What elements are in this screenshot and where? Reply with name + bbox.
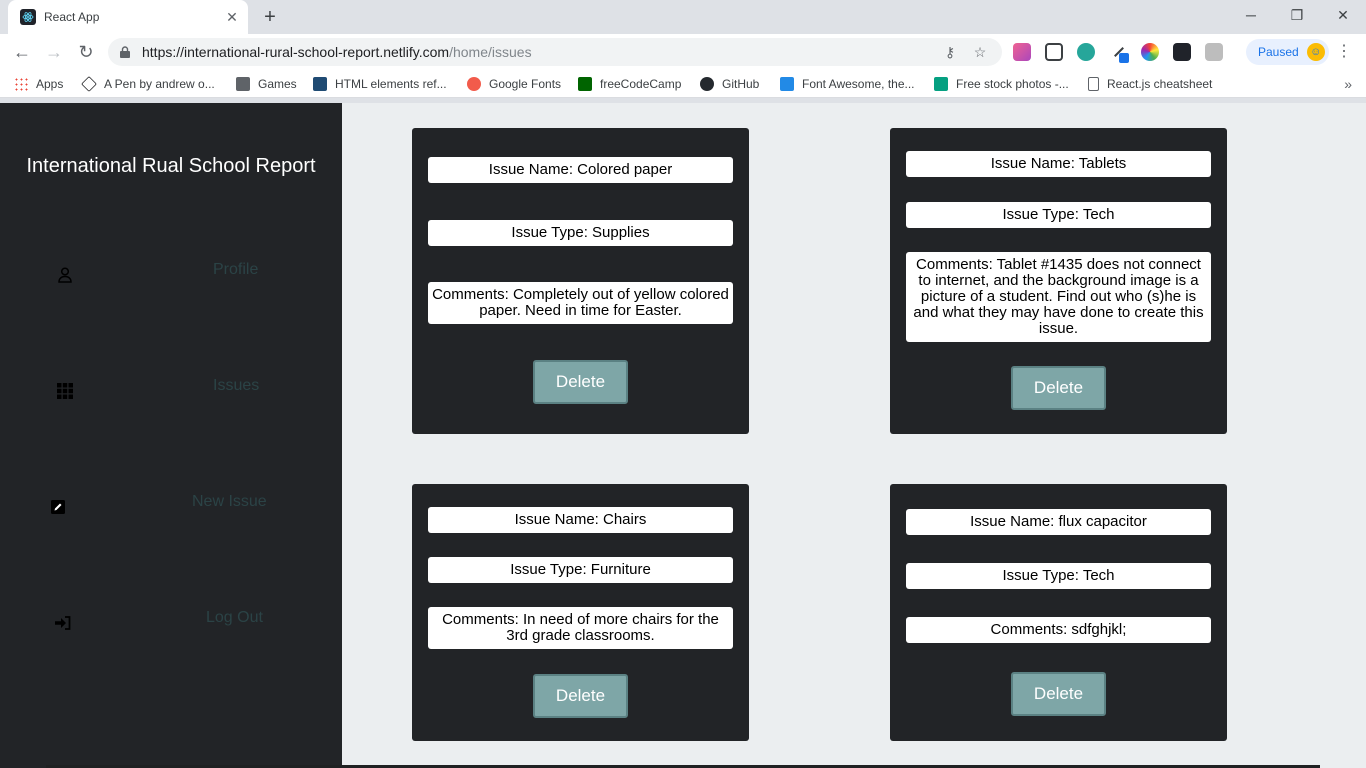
react-favicon-icon	[20, 9, 36, 25]
bookmark-github[interactable]: GitHub	[700, 76, 759, 92]
profile-avatar-icon: ☺	[1306, 43, 1325, 61]
paused-label: Paused	[1258, 45, 1299, 59]
key-icon[interactable]: ⚷	[942, 44, 958, 60]
sign-in-icon	[52, 613, 74, 633]
issue-type: Issue Type: Furniture	[428, 557, 733, 583]
issue-name: Issue Name: Chairs	[428, 507, 733, 533]
more-bookmarks-icon[interactable]: »	[1344, 76, 1352, 92]
issue-comments: Comments: Tablet #1435 does not connect …	[906, 252, 1211, 342]
issue-card: Issue Name: Chairs Issue Type: Furniture…	[412, 484, 749, 741]
stock-photos-icon	[934, 77, 948, 91]
issue-name: Issue Name: Colored paper	[428, 157, 733, 183]
url-host: https://international-rural-school-repor…	[142, 44, 450, 60]
bookmark-react-cheatsheet[interactable]: React.js cheatsheet	[1088, 76, 1212, 92]
bookmark-apps[interactable]: Apps	[14, 76, 63, 92]
bookmark-html-elements[interactable]: HTML elements ref...	[313, 76, 447, 92]
forward-button[interactable]: →	[42, 40, 66, 64]
delete-button[interactable]: Delete	[1011, 366, 1106, 410]
browser-tab[interactable]: React App ✕	[8, 0, 248, 34]
nav-item-log-out[interactable]: Log Out	[0, 603, 342, 643]
delete-button[interactable]: Delete	[533, 674, 628, 718]
nav-item-profile[interactable]: Profile	[0, 255, 342, 295]
bookmark-google-fonts[interactable]: Google Fonts	[467, 76, 561, 92]
delete-button[interactable]: Delete	[1011, 672, 1106, 716]
bookmark-games[interactable]: Games	[236, 76, 297, 92]
apps-grid-icon	[14, 77, 28, 91]
issue-card: Issue Name: Tablets Issue Type: Tech Com…	[890, 128, 1227, 434]
app-title: International Rual School Report	[26, 155, 316, 177]
minimize-window-button[interactable]: ─	[1228, 0, 1274, 30]
browser-toolbar: ← → ↻ https://international-rural-school…	[0, 34, 1366, 70]
extension-gradient-icon[interactable]	[1013, 43, 1031, 61]
edit-icon	[47, 497, 69, 517]
nav-label-log-out: Log Out	[206, 609, 263, 626]
extension-grey-icon[interactable]	[1205, 43, 1223, 61]
issue-name: Issue Name: Tablets	[906, 151, 1211, 177]
color-picker-extension-icon[interactable]	[1141, 43, 1159, 61]
eyedropper-extension-icon[interactable]	[1111, 43, 1129, 63]
lock-icon	[120, 46, 130, 58]
nav-label-issues: Issues	[213, 377, 260, 394]
address-bar[interactable]: https://international-rural-school-repor…	[108, 38, 1002, 66]
restore-window-button[interactable]: ❐	[1274, 0, 1320, 30]
bookmark-star-icon[interactable]: ☆	[972, 44, 988, 60]
mdn-icon	[313, 77, 327, 91]
issue-comments: Comments: sdfghjkl;	[906, 617, 1211, 643]
page-icon	[1088, 77, 1099, 91]
delete-button[interactable]: Delete	[533, 360, 628, 404]
close-window-button[interactable]: ✕	[1320, 0, 1366, 30]
github-icon	[700, 77, 714, 91]
nav-label-new-issue: New Issue	[192, 493, 267, 510]
browser-tab-strip: React App ✕ + ─ ❐ ✕	[0, 0, 1366, 34]
games-icon	[236, 77, 250, 91]
issue-comments: Comments: In need of more chairs for the…	[428, 607, 733, 649]
extension-m-icon[interactable]	[1077, 43, 1095, 61]
url-path: /home/issues	[449, 44, 532, 60]
browser-menu-icon[interactable]: ⋮	[1336, 42, 1352, 62]
issue-card: Issue Name: Colored paper Issue Type: Su…	[412, 128, 749, 434]
codepen-icon	[81, 76, 97, 92]
back-button[interactable]: ←	[10, 40, 34, 64]
issue-name: Issue Name: flux capacitor	[906, 509, 1211, 535]
reload-button[interactable]: ↻	[74, 40, 98, 64]
tab-title: React App	[44, 10, 100, 24]
bookmark-free-stock-photos[interactable]: Free stock photos -...	[934, 76, 1069, 92]
new-tab-button[interactable]: +	[258, 6, 282, 28]
app-root: International Rual School Report Profile…	[0, 103, 1366, 768]
issue-comments: Comments: Completely out of yellow color…	[428, 282, 733, 324]
bookmark-codepen[interactable]: A Pen by andrew o...	[81, 76, 215, 92]
issue-card: Issue Name: flux capacitor Issue Type: T…	[890, 484, 1227, 741]
sidebar: International Rual School Report Profile…	[0, 103, 342, 768]
user-icon	[54, 265, 76, 285]
close-tab-icon[interactable]: ✕	[224, 9, 240, 25]
freecodecamp-icon	[578, 77, 592, 91]
google-fonts-icon	[467, 77, 481, 91]
react-devtools-icon[interactable]	[1173, 43, 1191, 61]
font-awesome-flag-icon	[780, 77, 794, 91]
bookmark-freecodecamp[interactable]: freeCodeCamp	[578, 76, 681, 92]
nav-label-profile: Profile	[213, 261, 259, 278]
nav-item-new-issue[interactable]: New Issue	[0, 487, 342, 527]
bookmark-font-awesome[interactable]: Font Awesome, the...	[780, 76, 915, 92]
issue-type: Issue Type: Tech	[906, 202, 1211, 228]
screenshot-extension-icon[interactable]	[1045, 43, 1063, 61]
grid-icon	[54, 381, 76, 401]
issue-type: Issue Type: Tech	[906, 563, 1211, 589]
nav-item-issues[interactable]: Issues	[0, 371, 342, 411]
profile-paused-button[interactable]: Paused ☺	[1246, 39, 1329, 65]
bookmarks-bar: Apps A Pen by andrew o... Games HTML ele…	[0, 70, 1366, 98]
issue-type: Issue Type: Supplies	[428, 220, 733, 246]
